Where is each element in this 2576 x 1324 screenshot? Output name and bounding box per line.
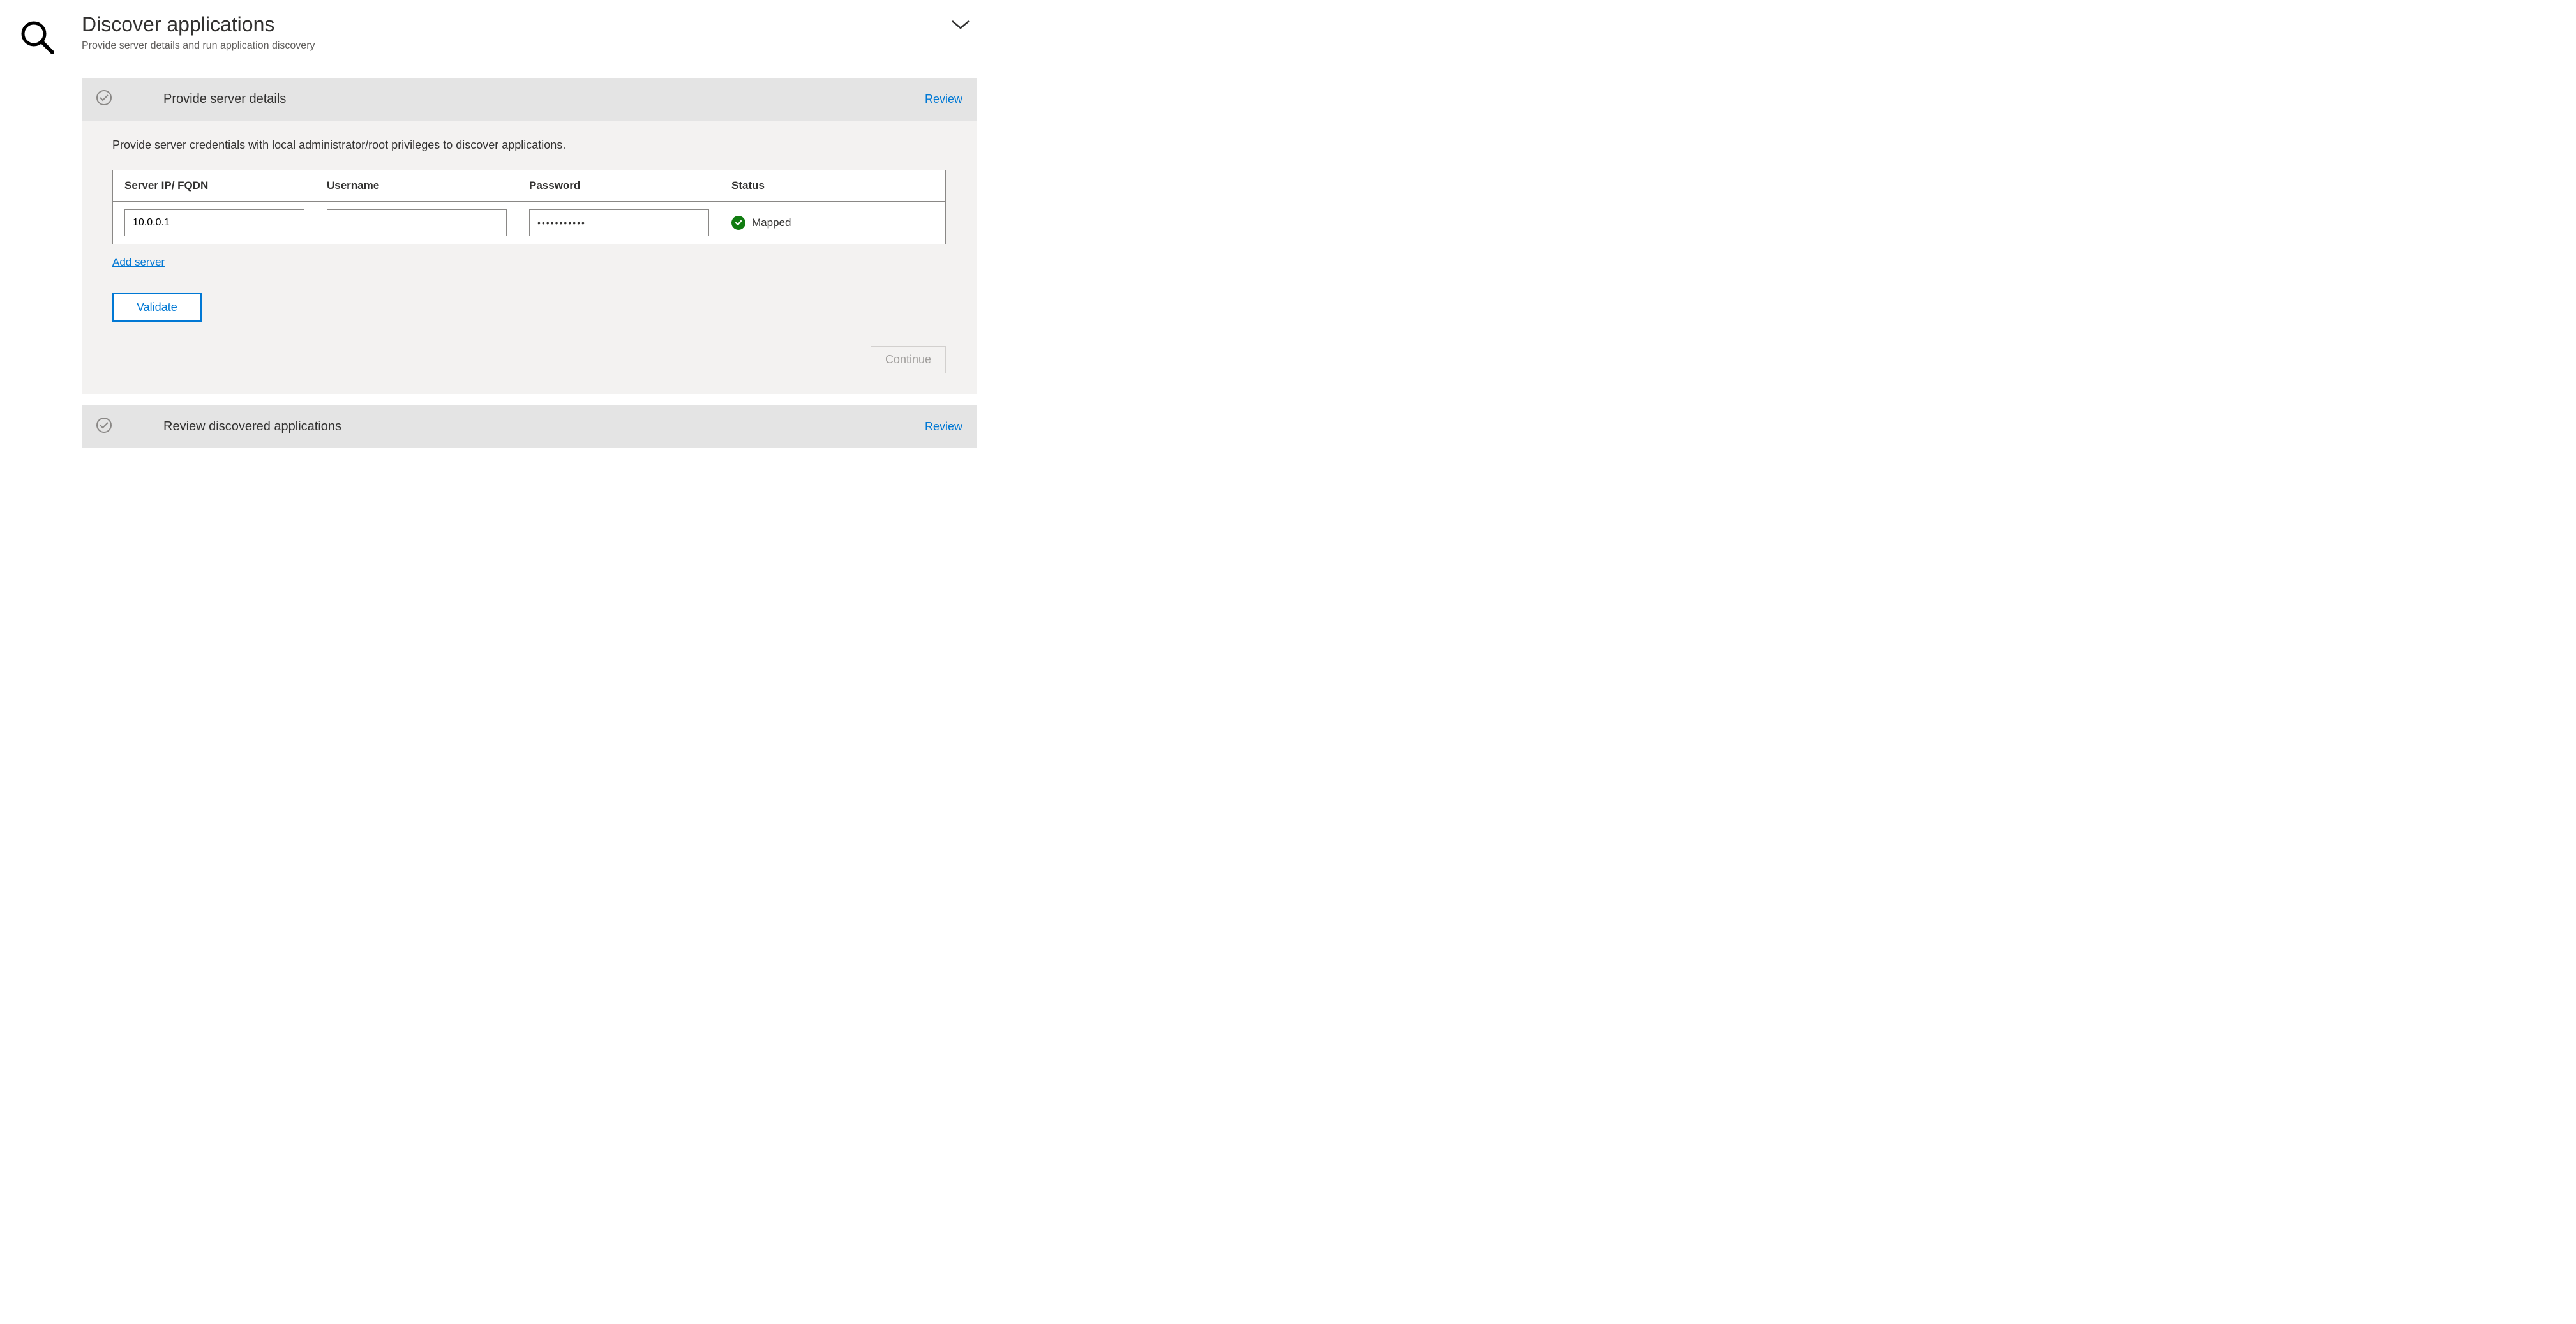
column-header-status: Status [731,179,934,192]
check-success-icon [731,216,745,230]
column-header-password: Password [529,179,731,192]
search-icon [19,13,56,460]
review-link[interactable]: Review [925,420,962,433]
chevron-down-icon[interactable] [951,19,970,34]
table-row: ••••••••••• Mapped [113,202,945,244]
section-title: Review discovered applications [163,419,925,434]
check-circle-icon [96,89,112,109]
column-header-username: Username [327,179,529,192]
password-input[interactable]: ••••••••••• [529,209,709,236]
section-review-discovered-applications: Review discovered applications Review [82,405,977,448]
review-link[interactable]: Review [925,93,962,106]
check-circle-icon [96,417,112,437]
page-title: Discover applications [82,13,315,36]
status-badge: Mapped [731,216,921,230]
validate-button[interactable]: Validate [112,293,202,322]
column-header-ip: Server IP/ FQDN [124,179,327,192]
continue-button: Continue [871,346,946,373]
section-title: Provide server details [163,92,925,107]
instruction-text: Provide server credentials with local ad… [112,139,946,152]
section-provide-server-details: Provide server details Review Provide se… [82,78,977,394]
username-input[interactable] [327,209,507,236]
page-subtitle: Provide server details and run applicati… [82,40,315,52]
add-server-link[interactable]: Add server [112,256,165,269]
server-table: Server IP/ FQDN Username Password Status [112,170,946,244]
server-ip-input[interactable] [124,209,304,236]
status-label: Mapped [752,216,791,229]
